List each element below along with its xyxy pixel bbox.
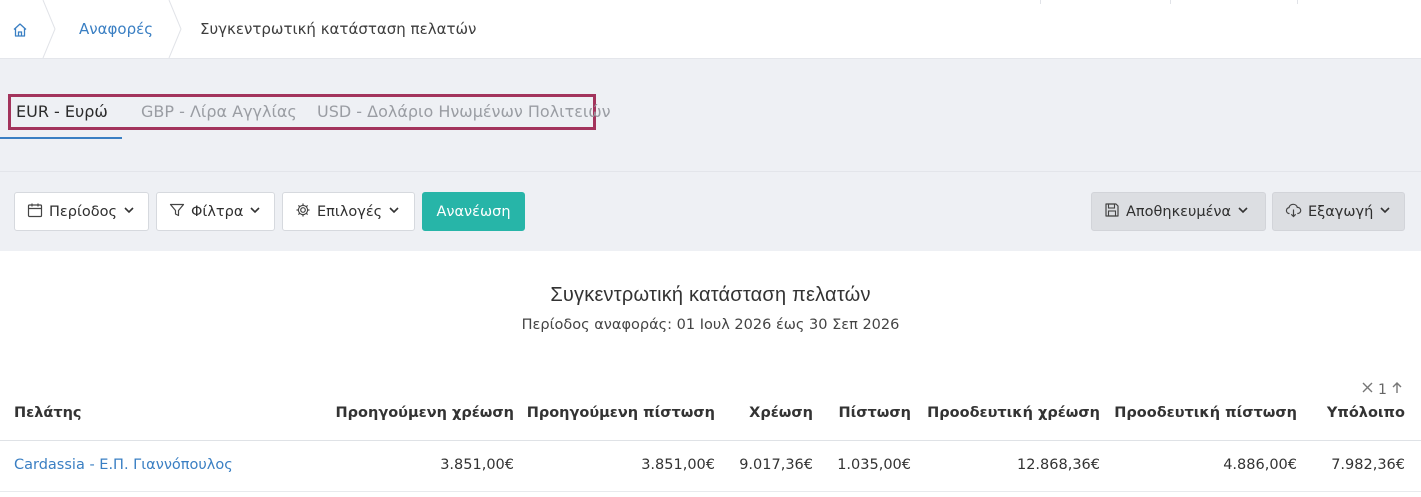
- period-button[interactable]: Περίοδος: [14, 192, 149, 231]
- breadcrumb-separator: [42, 0, 56, 58]
- tab-usd[interactable]: USD - Δολάριο Ηνωμένων Πολιτειών: [317, 101, 611, 123]
- column-header-credit[interactable]: Πίστωση: [838, 405, 911, 421]
- report-title: Συγκεντρωτική κατάσταση πελατών: [550, 284, 871, 306]
- cell-debit: 9.017,36€: [739, 457, 813, 473]
- divider: [1297, 0, 1298, 4]
- column-header-customer[interactable]: Πελάτης: [14, 405, 82, 421]
- options-button[interactable]: Επιλογές: [282, 192, 415, 231]
- column-header-cumulative-debit[interactable]: Προοδευτική χρέωση: [927, 405, 1100, 421]
- sort-indicator[interactable]: 1: [1361, 381, 1403, 398]
- close-icon[interactable]: [1361, 381, 1374, 398]
- cell-previous-debit: 3.851,00€: [440, 457, 514, 473]
- table-header-divider: [0, 440, 1421, 441]
- cell-cumulative-debit: 12.868,36€: [1016, 457, 1100, 473]
- breadcrumb-reports-link[interactable]: Αναφορές: [79, 19, 153, 39]
- filters-button[interactable]: Φίλτρα: [156, 192, 275, 231]
- cloud-download-icon: [1285, 202, 1302, 222]
- chevron-down-icon: [388, 204, 400, 220]
- column-header-previous-credit[interactable]: Προηγούμενη πίστωση: [527, 405, 715, 421]
- refresh-button[interactable]: Ανανέωση: [422, 192, 525, 231]
- cell-balance: 7.982,36€: [1331, 457, 1405, 473]
- chevron-down-icon: [123, 204, 135, 220]
- sort-count: 1: [1378, 381, 1387, 398]
- chevron-down-icon: [1237, 204, 1249, 220]
- chevron-down-icon: [1379, 204, 1391, 220]
- cell-credit: 1.035,00€: [837, 457, 911, 473]
- period-label: Περίοδος: [49, 203, 117, 220]
- currency-tabs: EUR - Ευρώ GBP - Λίρα Αγγλίας USD - Δολά…: [8, 94, 611, 130]
- arrow-up-icon[interactable]: [1391, 381, 1403, 398]
- column-header-debit[interactable]: Χρέωση: [749, 405, 813, 421]
- cell-cumulative-credit: 4.886,00€: [1223, 457, 1297, 473]
- chevron-down-icon: [249, 204, 261, 220]
- export-label: Εξαγωγή: [1308, 203, 1374, 220]
- divider: [1170, 0, 1171, 4]
- saved-button[interactable]: Αποθηκευμένα: [1091, 192, 1266, 231]
- save-icon: [1104, 202, 1120, 222]
- gear-icon: [295, 202, 311, 222]
- breadcrumb-separator: [168, 0, 182, 58]
- filters-label: Φίλτρα: [191, 203, 244, 220]
- active-tab-underline: [0, 137, 122, 139]
- column-header-balance[interactable]: Υπόλοιπο: [1327, 405, 1405, 421]
- divider: [1040, 0, 1041, 4]
- tab-gbp[interactable]: GBP - Λίρα Αγγλίας: [141, 101, 297, 123]
- calendar-icon: [27, 202, 43, 222]
- report-period: Περίοδος αναφοράς: 01 Ιουλ 2026 έως 30 Σ…: [521, 317, 900, 333]
- breadcrumb-current: Συγκεντρωτική κατάσταση πελατών: [200, 20, 477, 38]
- column-header-previous-debit[interactable]: Προηγούμενη χρέωση: [336, 405, 514, 421]
- filter-icon: [169, 202, 185, 222]
- tab-eur[interactable]: EUR - Ευρώ: [16, 101, 108, 123]
- customer-link[interactable]: Cardassia - Ε.Π. Γιαννόπουλος: [14, 457, 233, 473]
- table-row-divider: [0, 491, 1421, 492]
- report-toolbar: Περίοδος Φίλτρα Επιλογές Ανανέωση Αποθηκ…: [0, 171, 1421, 251]
- cell-previous-credit: 3.851,00€: [641, 457, 715, 473]
- column-header-cumulative-credit[interactable]: Προοδευτική πίστωση: [1114, 405, 1297, 421]
- options-label: Επιλογές: [317, 203, 383, 220]
- export-button[interactable]: Εξαγωγή: [1272, 192, 1405, 231]
- home-icon[interactable]: [10, 20, 30, 40]
- saved-label: Αποθηκευμένα: [1126, 203, 1232, 220]
- top-bar: Αναφορές Συγκεντρωτική κατάσταση πελατών: [0, 0, 1421, 59]
